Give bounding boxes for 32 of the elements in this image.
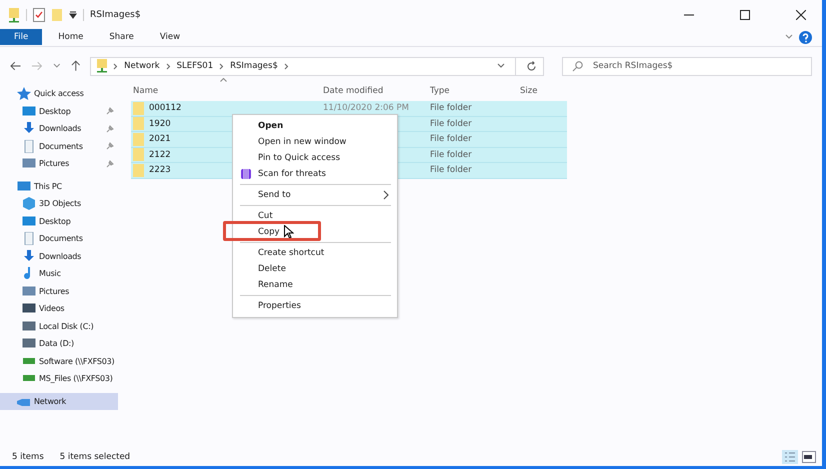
folder-name: 000112 (149, 103, 182, 114)
sidebar-label: Quick access (34, 89, 84, 98)
window-title: RSImages$ (90, 10, 141, 20)
sidebar-label: Documents (39, 142, 83, 151)
sidebar-label: Software (\\FXFS03) (39, 356, 114, 366)
sidebar-label: Local Disk (C:) (39, 322, 94, 331)
sidebar-label: 3D Objects (39, 199, 82, 208)
item-count: 5 items (12, 452, 44, 462)
item-type: File folder (430, 103, 472, 114)
selection-count: 5 items selected (60, 452, 130, 462)
sidebar-label: Downloads (39, 124, 82, 134)
folder-name: 2223 (149, 165, 171, 176)
item-type: File folder (430, 150, 472, 160)
folder-name: 2021 (149, 134, 171, 144)
sidebar-label: Music (39, 269, 61, 278)
sidebar-label: Pictures (39, 286, 70, 296)
item-type: File folder (430, 165, 472, 176)
sidebar-label: MS_Files (\\FXFS03) (39, 374, 113, 384)
sidebar-label: Data (D:) (39, 339, 74, 348)
item-type: File folder (430, 134, 472, 144)
sidebar-label: Downloads (39, 252, 82, 261)
date-modified: 11/10/2020 2:06 PM (323, 103, 409, 114)
sidebar-label: Desktop (39, 216, 71, 226)
item-type: File folder (430, 118, 472, 129)
sidebar-label: Desktop (39, 106, 71, 116)
sidebar-label: This PC (34, 182, 62, 191)
sidebar-label: Pictures (39, 159, 70, 168)
sidebar-label: Videos (39, 304, 64, 314)
folder-name: 1920 (149, 118, 171, 129)
folder-name: 2122 (149, 150, 171, 160)
sidebar-label: Documents (39, 234, 83, 244)
sidebar-label: Network (34, 396, 66, 406)
